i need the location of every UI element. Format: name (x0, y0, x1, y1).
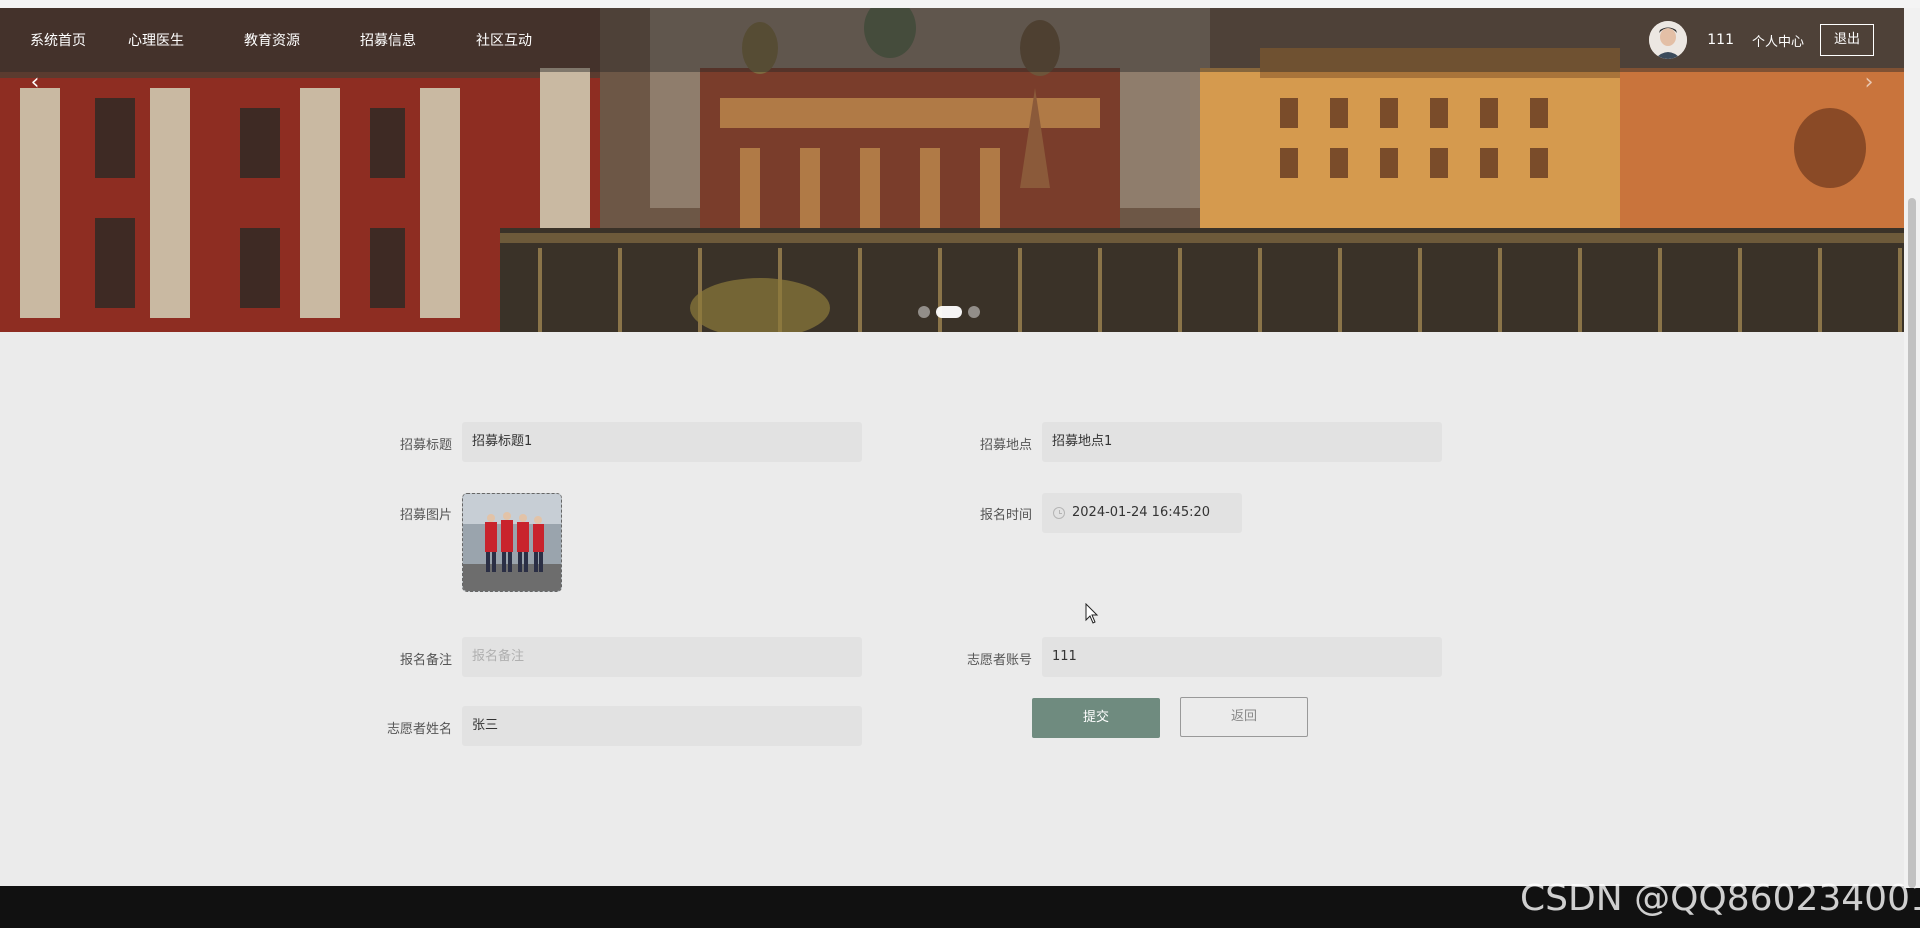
nav-item-home[interactable]: 系统首页 (18, 30, 98, 50)
title-field[interactable]: 招募标题1 (462, 422, 862, 462)
location-label: 招募地点 (979, 438, 1032, 453)
name-field[interactable]: 张三 (462, 706, 862, 746)
account-label: 志愿者账号 (966, 653, 1032, 668)
signup-time-field[interactable]: 2024-01-24 16:45:20 (1042, 493, 1242, 533)
image-label: 招募图片 (399, 508, 452, 523)
signup-time-value: 2024-01-24 16:45:20 (1072, 505, 1211, 520)
back-button[interactable]: 返回 (1180, 697, 1308, 737)
recruitment-image[interactable] (462, 493, 562, 592)
remark-input[interactable]: 报名备注 (462, 637, 862, 677)
carousel-dot[interactable] (968, 306, 980, 318)
nav-menu: 系统首页 心理医生 教育资源 招募信息 社区互动 (18, 30, 562, 50)
user-area: 111 个人中心 退出 (1649, 8, 1874, 72)
name-label: 志愿者姓名 (386, 722, 452, 737)
avatar[interactable] (1649, 21, 1688, 59)
banner-next-icon[interactable]: › (1856, 70, 1882, 96)
submit-button[interactable]: 提交 (1032, 698, 1160, 738)
account-field[interactable]: 111 (1042, 637, 1442, 677)
scrollbar[interactable] (1904, 8, 1920, 888)
carousel-dot[interactable] (918, 306, 930, 318)
clock-icon (1053, 507, 1065, 519)
user-center-link[interactable]: 个人中心 (1752, 31, 1804, 50)
remark-label: 报名备注 (399, 653, 452, 668)
nav-item-education[interactable]: 教育资源 (214, 30, 330, 50)
logout-button[interactable]: 退出 (1820, 24, 1874, 56)
nav-item-community[interactable]: 社区互动 (446, 30, 562, 50)
top-nav: 系统首页 心理医生 教育资源 招募信息 社区互动 111 个人中心 退出 (0, 8, 1904, 72)
watermark: CSDN @QQ860234001 (1520, 878, 1920, 919)
carousel-indicators (918, 306, 980, 318)
nav-item-recruitment[interactable]: 招募信息 (330, 30, 446, 50)
location-field[interactable]: 招募地点1 (1042, 422, 1442, 462)
signup-time-label: 报名时间 (979, 508, 1032, 523)
title-label: 招募标题 (399, 438, 452, 453)
user-name: 111 (1707, 32, 1734, 48)
mouse-cursor-icon (1085, 603, 1099, 624)
nav-item-doctor[interactable]: 心理医生 (98, 30, 214, 50)
page-top-strip (0, 0, 1920, 8)
scrollbar-thumb[interactable] (1908, 198, 1916, 888)
carousel-dot-active[interactable] (936, 306, 962, 318)
banner-prev-icon[interactable]: ‹ (22, 70, 48, 96)
